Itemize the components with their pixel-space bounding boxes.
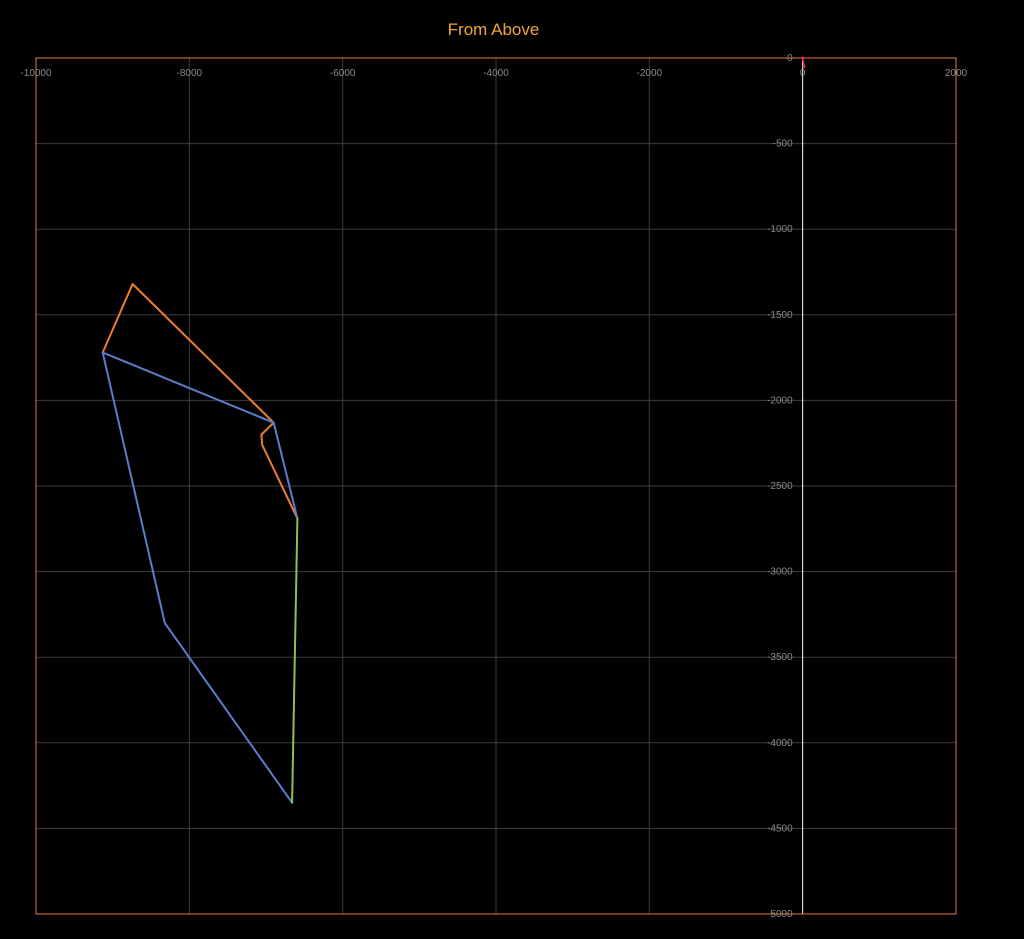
x-tick-label: 2000: [945, 68, 968, 79]
y-tick-label: 0: [787, 53, 793, 64]
y-tick-label: -1500: [767, 310, 793, 321]
series-point: [801, 56, 805, 60]
y-tick-label: -3500: [767, 652, 793, 663]
x-tick-label: -8000: [177, 68, 203, 79]
series-line: [291, 517, 299, 804]
y-tick-label: -3000: [767, 567, 793, 578]
x-tick-label: -10000: [20, 68, 52, 79]
x-tick-label: -2000: [637, 68, 663, 79]
y-tick-label: -2000: [767, 395, 793, 406]
series-line: [101, 351, 294, 804]
x-tick-label: 0: [800, 68, 806, 79]
y-tick-label: -4500: [767, 823, 793, 834]
series-point: [802, 65, 806, 69]
chart-canvas: -10000 -8000 -6000 -4000 -2000 0 2000 0 -500 -100…: [20, 53, 968, 920]
series-line: [101, 351, 299, 520]
x-tick-label: -6000: [330, 68, 356, 79]
y-tick-label: -1000: [767, 224, 793, 235]
y-tick-label: -2500: [767, 481, 793, 492]
x-tick-label: -4000: [483, 68, 509, 79]
y-tick-label: -4000: [767, 738, 793, 749]
y-tick-label: -500: [773, 139, 793, 150]
y-tick-label: -5000: [767, 909, 793, 920]
